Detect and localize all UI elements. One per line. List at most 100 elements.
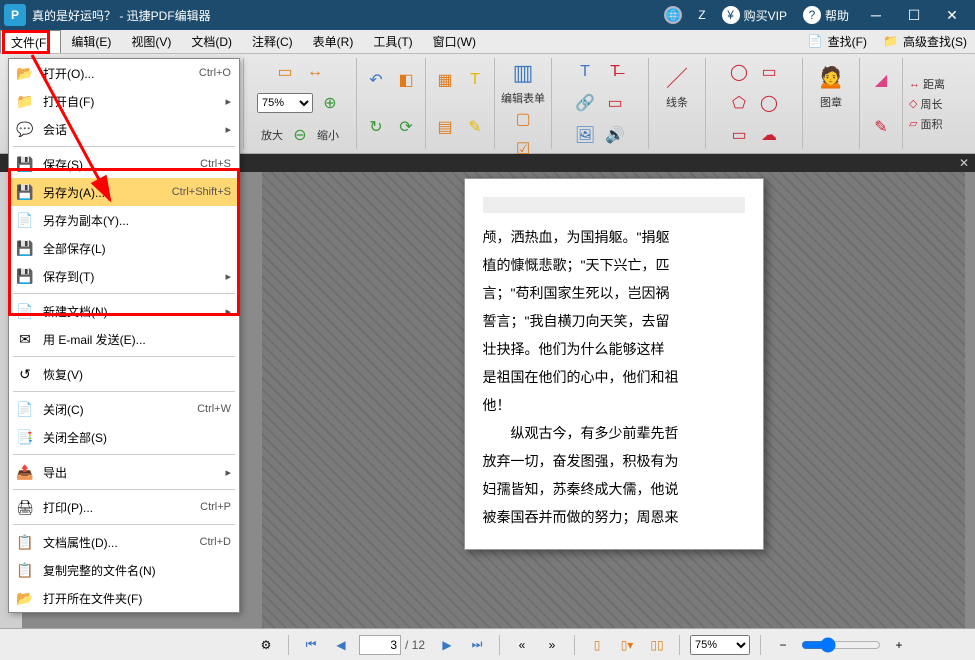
next-page-icon[interactable]: ▶ <box>435 634 459 656</box>
group-annot: T T̶ 🔗 ▭ 🖼 🔊 <box>552 58 649 149</box>
perimeter-icon[interactable]: ◇ <box>909 97 917 110</box>
zoom-in-status-icon[interactable]: + <box>887 634 911 656</box>
text-box2-icon[interactable]: ▭ <box>602 90 628 116</box>
zoom-out-icon[interactable]: ⊖ <box>287 122 313 148</box>
zoom-select[interactable]: 75% <box>257 93 313 113</box>
menu-edit[interactable]: 编辑(E) <box>61 30 121 53</box>
find-button[interactable]: 📄查找(F) <box>800 30 875 53</box>
menu-item[interactable]: 📄关闭(C)Ctrl+W <box>9 395 239 423</box>
cloud-icon[interactable]: ☁ <box>756 122 782 148</box>
rotate-right-icon[interactable]: ↻ <box>363 114 389 140</box>
single-page-icon[interactable]: ▯ <box>585 634 609 656</box>
continuous-page-icon[interactable]: ▯▾ <box>615 634 639 656</box>
rect-icon[interactable]: ▭ <box>756 59 782 85</box>
menu-item[interactable]: 📄新建文档(N)▸ <box>9 297 239 325</box>
polygon-icon[interactable]: ⬠ <box>726 90 752 116</box>
help-button[interactable]: ?帮助 <box>803 6 849 24</box>
minimize-button[interactable]: ─ <box>857 0 895 30</box>
close-document-icon[interactable]: ✕ <box>959 156 969 170</box>
lines-button[interactable]: ／ 线条 <box>655 58 699 114</box>
menu-item[interactable]: 📋复制完整的文件名(N) <box>9 556 239 584</box>
close-button[interactable]: ✕ <box>933 0 971 30</box>
menu-item[interactable]: 📋文档属性(D)...Ctrl+D <box>9 528 239 556</box>
last-page-icon[interactable]: ⏭ <box>465 634 489 656</box>
menu-comment[interactable]: 注释(C) <box>242 30 303 53</box>
menu-item[interactable]: ↺恢复(V) <box>9 360 239 388</box>
nav-back-icon[interactable]: « <box>510 634 534 656</box>
menu-item[interactable]: 💾保存到(T)▸ <box>9 262 239 290</box>
distance-icon[interactable]: ↔ <box>909 78 920 90</box>
area-label: 面积 <box>920 116 942 132</box>
first-page-icon[interactable]: ⏮ <box>299 634 323 656</box>
buy-vip-button[interactable]: ¥购买VIP <box>722 6 787 24</box>
globe-icon[interactable]: 🌐 <box>664 6 682 24</box>
zoom-in-icon[interactable]: ⊕ <box>317 90 343 116</box>
zoom-status-select[interactable]: 75% <box>690 635 750 655</box>
link-icon[interactable]: 🔗 <box>572 90 598 116</box>
pencil-edit-icon[interactable]: ✎ <box>462 114 488 140</box>
nav-fwd-icon[interactable]: » <box>540 634 564 656</box>
zoom-slider[interactable] <box>801 637 881 653</box>
menu-item[interactable]: 💾另存为(A)...Ctrl+Shift+S <box>9 178 239 206</box>
menu-item-shortcut: Ctrl+W <box>197 403 231 415</box>
menu-tools[interactable]: 工具(T) <box>363 30 422 53</box>
text-tool-icon[interactable]: T <box>572 59 598 85</box>
ellipse-icon[interactable]: ◯ <box>726 59 752 85</box>
fit-width-icon[interactable]: ↔ <box>302 59 328 85</box>
menu-item[interactable]: 📑关闭全部(S) <box>9 423 239 451</box>
menu-window[interactable]: 窗口(W) <box>423 30 486 53</box>
menu-item[interactable]: 📁打开自(F)▸ <box>9 87 239 115</box>
menu-item-icon: 🖨 <box>15 497 35 517</box>
window-title: 真的是好运吗？ - 迅捷PDF编辑器 <box>32 7 211 24</box>
stamp-button[interactable]: 🙍 图章 <box>809 58 853 114</box>
maximize-button[interactable]: ☐ <box>895 0 933 30</box>
advanced-find-button[interactable]: 📁高级查找(S) <box>875 30 975 53</box>
edit-form-button[interactable]: ▥ 编辑表单 <box>501 58 545 106</box>
form-field-icon[interactable]: ▢ <box>510 106 536 132</box>
crop-icon[interactable]: ◧ <box>393 67 419 93</box>
ellipse2-icon[interactable]: ◯ <box>756 90 782 116</box>
document-area[interactable]: 颅，洒热血，为国捐躯。"捐躯 植的慷慨悲歌；"天下兴亡，匹 言；"苟利国家生死以… <box>262 172 965 628</box>
eraser-icon[interactable]: ◢ <box>868 67 894 93</box>
menu-item-shortcut: ▸ <box>225 466 231 479</box>
menu-view[interactable]: 视图(V) <box>121 30 181 53</box>
area-icon[interactable]: ▱ <box>909 117 917 130</box>
zoom-out-status-icon[interactable]: − <box>771 634 795 656</box>
menu-item-label: 保存到(T) <box>43 268 217 285</box>
menu-form[interactable]: 表单(R) <box>303 30 364 53</box>
menu-item-label: 另存为副本(Y)... <box>43 212 223 229</box>
menu-document[interactable]: 文档(D) <box>181 30 242 53</box>
options-icon[interactable]: ⚙ <box>254 634 278 656</box>
text-box-icon[interactable]: ▦ <box>432 67 458 93</box>
menu-item[interactable]: 💾保存(S)Ctrl+S <box>9 150 239 178</box>
user-letter[interactable]: Z <box>698 8 705 22</box>
page-input[interactable] <box>359 635 401 655</box>
page-line: 是祖国在他们的心中，他们和祖 <box>483 363 745 391</box>
menu-item[interactable]: 📂打开(O)...Ctrl+O <box>9 59 239 87</box>
refresh-icon[interactable]: ⟳ <box>393 114 419 140</box>
strikeout-icon[interactable]: T̶ <box>602 59 628 85</box>
image-icon[interactable]: 🖼 <box>572 122 598 148</box>
menu-file[interactable]: 文件(F) <box>0 30 61 53</box>
menu-item-label: 打印(P)... <box>43 499 192 516</box>
menu-item[interactable]: 🖨打印(P)...Ctrl+P <box>9 493 239 521</box>
prev-page-icon[interactable]: ◀ <box>329 634 353 656</box>
rect2-icon[interactable]: ▭ <box>726 122 752 148</box>
pdf-page: 颅，洒热血，为国捐躯。"捐躯 植的慷慨悲歌；"天下兴亡，匹 言；"苟利国家生死以… <box>464 178 764 550</box>
menu-item[interactable]: 📄另存为副本(Y)... <box>9 206 239 234</box>
menu-item-icon: 💾 <box>15 266 35 286</box>
menu-item[interactable]: 💾全部保存(L) <box>9 234 239 262</box>
sound-icon[interactable]: 🔊 <box>602 122 628 148</box>
note-icon[interactable]: ▤ <box>432 114 458 140</box>
pencil-icon[interactable]: ✎ <box>868 114 894 140</box>
menu-item-label: 打开所在文件夹(F) <box>43 590 223 607</box>
menu-item[interactable]: 📂打开所在文件夹(F) <box>9 584 239 612</box>
fit-page-icon[interactable]: ▭ <box>272 59 298 85</box>
rotate-left-icon[interactable]: ↶ <box>363 67 389 93</box>
facing-page-icon[interactable]: ▯▯ <box>645 634 669 656</box>
highlight-text-icon[interactable]: T <box>462 67 488 93</box>
menu-item[interactable]: ✉用 E-mail 发送(E)... <box>9 325 239 353</box>
menu-item[interactable]: 💬会话▸ <box>9 115 239 143</box>
group-measure: ↔距离 ◇周长 ▱面积 <box>903 58 975 149</box>
menu-item[interactable]: 📤导出▸ <box>9 458 239 486</box>
